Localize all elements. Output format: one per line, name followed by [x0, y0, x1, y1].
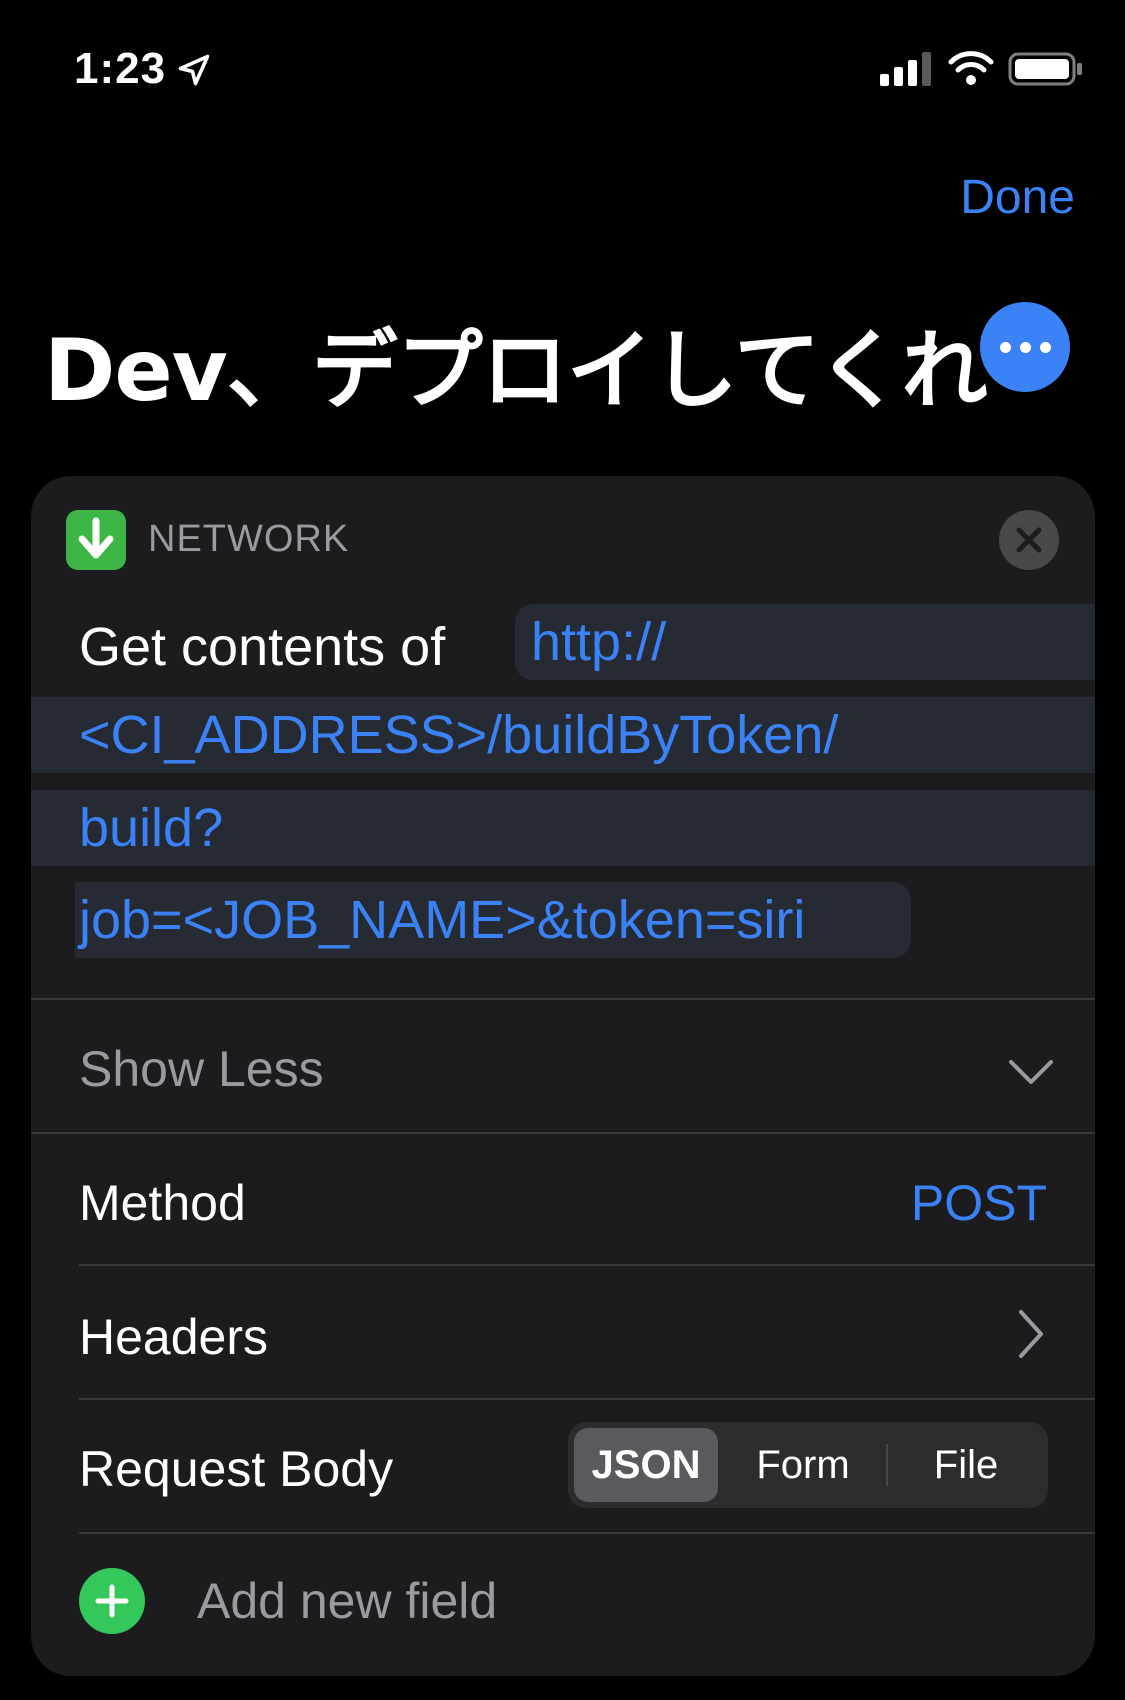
wifi-icon	[948, 51, 994, 85]
url-token-line[interactable]: build?	[31, 790, 1095, 866]
url-token-line[interactable]: job=<JOB_NAME>&token=siri	[75, 882, 911, 958]
ellipsis-icon	[999, 341, 1011, 353]
page-title[interactable]: Dev、デプロイしてくれ	[44, 300, 988, 425]
method-label: Method	[79, 1175, 246, 1231]
status-time: 1:23	[74, 44, 167, 93]
add-field-label[interactable]: Add new field	[197, 1572, 497, 1630]
chevron-down-icon[interactable]	[1005, 1046, 1057, 1098]
request-body-label: Request Body	[79, 1441, 394, 1497]
action-card: NETWORK Get contents of http:// <CI_ADDR…	[31, 476, 1095, 1676]
done-button[interactable]: Done	[960, 170, 1075, 225]
segment-form[interactable]: Form	[728, 1428, 878, 1502]
divider	[79, 1264, 1095, 1266]
close-icon	[1016, 527, 1042, 553]
chevron-right-icon[interactable]	[1011, 1306, 1051, 1362]
network-download-icon	[66, 510, 126, 570]
headers-label[interactable]: Headers	[79, 1308, 268, 1366]
divider	[31, 998, 1095, 1000]
request-body-segmented-control: JSON Form File	[568, 1422, 1048, 1508]
cellular-signal-icon	[880, 52, 931, 86]
divider	[79, 1532, 1095, 1534]
action-header: NETWORK	[31, 476, 1095, 606]
battery-icon	[1008, 52, 1082, 86]
show-less-button[interactable]: Show Less	[79, 1040, 324, 1098]
segment-file[interactable]: File	[888, 1428, 1044, 1502]
action-description: Get contents of	[79, 617, 446, 677]
url-token-line[interactable]: <CI_ADDRESS>/buildByToken/	[31, 697, 1095, 773]
remove-action-button[interactable]	[999, 510, 1059, 570]
action-category-label: NETWORK	[148, 518, 350, 560]
divider	[79, 1398, 1095, 1400]
url-token-line[interactable]: http://	[515, 604, 1095, 680]
more-options-button[interactable]	[980, 302, 1070, 392]
status-bar: 1:23	[0, 0, 1125, 140]
method-value[interactable]: POST	[911, 1174, 1047, 1232]
location-arrow-icon	[178, 54, 210, 86]
add-field-button[interactable]	[79, 1568, 145, 1634]
divider	[31, 1132, 1095, 1134]
segment-json[interactable]: JSON	[574, 1428, 718, 1502]
plus-icon	[95, 1584, 129, 1618]
